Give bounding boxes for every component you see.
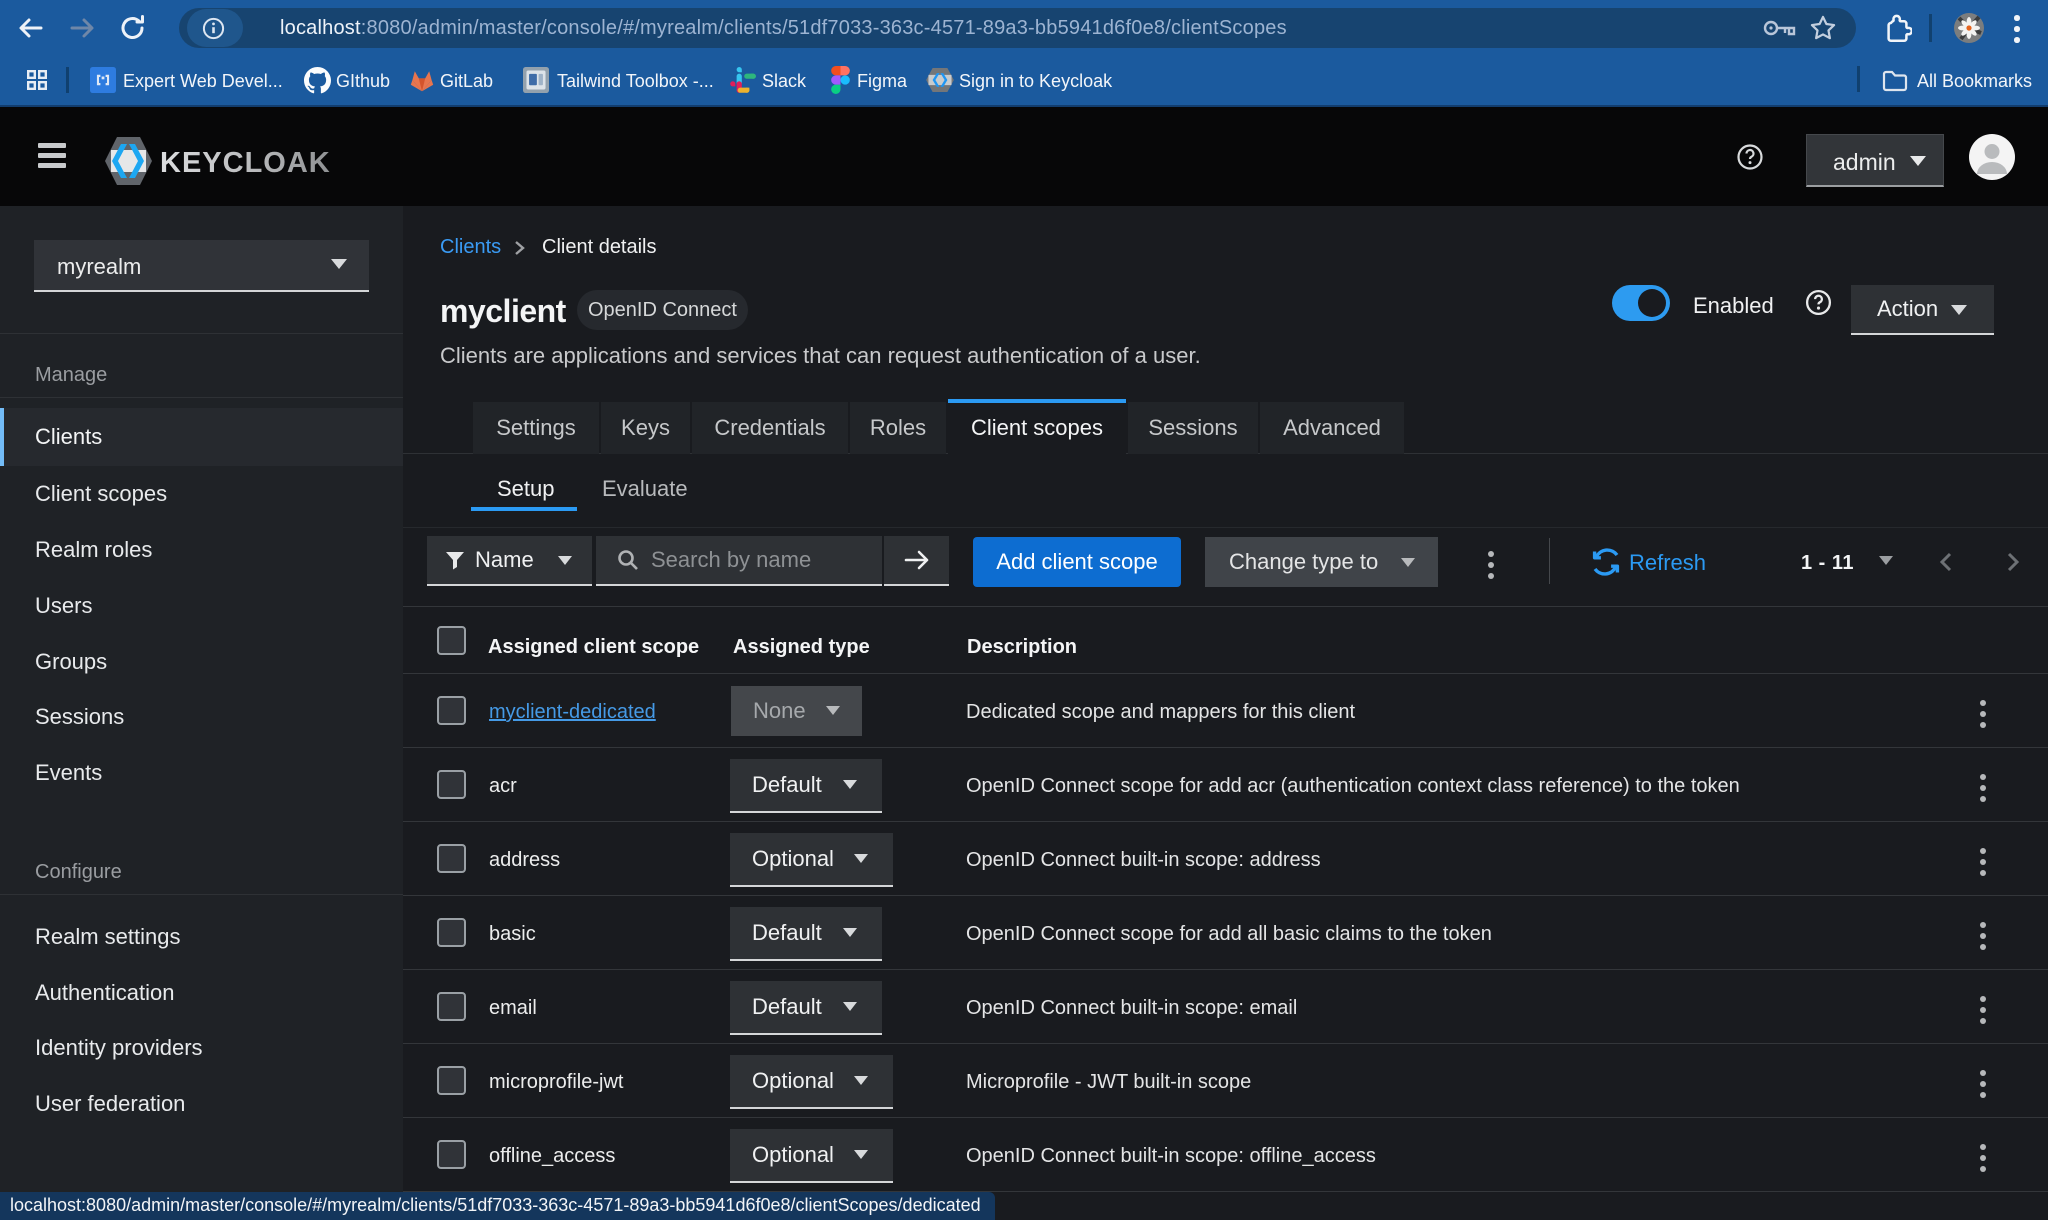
svg-text:KEYCLOAK: KEYCLOAK: [160, 147, 331, 179]
